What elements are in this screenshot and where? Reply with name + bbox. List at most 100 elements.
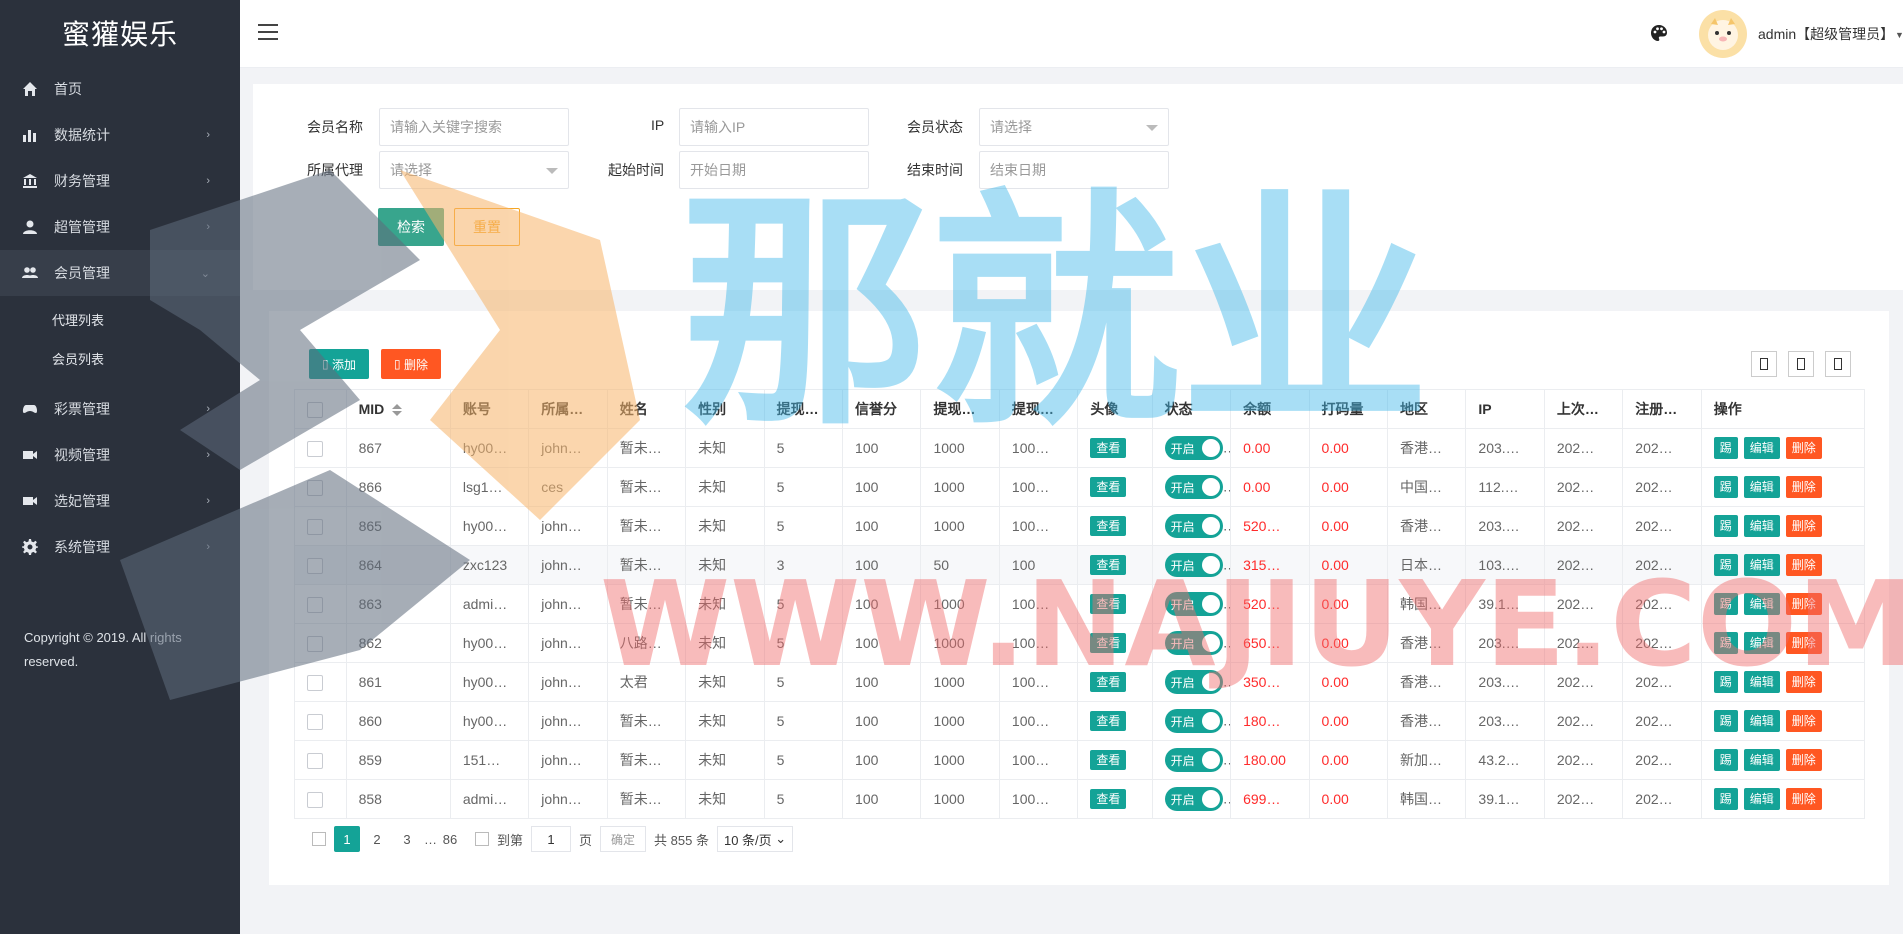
- menu-toggle-icon[interactable]: [258, 24, 278, 40]
- avatar[interactable]: [1699, 10, 1747, 58]
- edit-button[interactable]: 编辑: [1743, 515, 1780, 537]
- next-page-icon[interactable]: [475, 832, 489, 846]
- status-toggle[interactable]: 开启: [1164, 631, 1223, 655]
- select-all-cell[interactable]: [294, 389, 347, 429]
- page-1[interactable]: 1: [334, 826, 360, 852]
- print-icon[interactable]: [1825, 351, 1851, 377]
- theme-palette-icon[interactable]: [1650, 24, 1668, 42]
- batch-delete-button[interactable]: ▯ 删除: [381, 349, 441, 379]
- edit-button[interactable]: 编辑: [1743, 476, 1780, 498]
- status-toggle[interactable]: 开启: [1164, 787, 1223, 811]
- page-2[interactable]: 2: [364, 826, 390, 852]
- status-toggle[interactable]: 开启: [1164, 709, 1223, 733]
- kick-button[interactable]: 踢: [1713, 749, 1738, 771]
- view-avatar-button[interactable]: 查看: [1090, 789, 1127, 809]
- view-avatar-button[interactable]: 查看: [1090, 477, 1127, 497]
- view-avatar-button[interactable]: 查看: [1090, 555, 1127, 575]
- delete-button[interactable]: 删除: [1785, 710, 1822, 732]
- delete-button[interactable]: 删除: [1785, 554, 1822, 576]
- sidebar-item-members[interactable]: 会员管理 ⌄: [0, 250, 240, 296]
- view-avatar-button[interactable]: 查看: [1090, 438, 1127, 458]
- add-button[interactable]: ▯ 添加: [309, 349, 369, 379]
- edit-button[interactable]: 编辑: [1743, 437, 1780, 459]
- kick-button[interactable]: 踢: [1713, 515, 1738, 537]
- edit-button[interactable]: 编辑: [1743, 554, 1780, 576]
- row-select-cell[interactable]: [294, 740, 347, 780]
- columns-filter-icon[interactable]: [1751, 351, 1777, 377]
- row-select-cell[interactable]: [294, 545, 347, 585]
- end-date-input[interactable]: 结束日期: [979, 151, 1169, 189]
- sidebar-subitem-agents[interactable]: 代理列表: [0, 300, 240, 339]
- search-button[interactable]: 检索: [378, 208, 444, 246]
- page-size-select[interactable]: 10 条/页 ⌄: [716, 826, 794, 852]
- member-status-select[interactable]: 请选择: [979, 108, 1169, 146]
- sidebar-item-lottery[interactable]: 彩票管理 ›: [0, 386, 240, 432]
- delete-button[interactable]: 删除: [1785, 593, 1822, 615]
- delete-button[interactable]: 删除: [1785, 515, 1822, 537]
- view-avatar-button[interactable]: 查看: [1090, 633, 1127, 653]
- edit-button[interactable]: 编辑: [1743, 632, 1780, 654]
- delete-button[interactable]: 删除: [1785, 437, 1822, 459]
- status-toggle[interactable]: 开启: [1164, 592, 1223, 616]
- edit-button[interactable]: 编辑: [1743, 671, 1780, 693]
- sidebar-item-video[interactable]: 视频管理 ›: [0, 432, 240, 478]
- status-toggle[interactable]: 开启: [1164, 670, 1223, 694]
- kick-button[interactable]: 踢: [1713, 788, 1738, 810]
- kick-button[interactable]: 踢: [1713, 632, 1738, 654]
- sort-icon[interactable]: [392, 404, 403, 417]
- edit-button[interactable]: 编辑: [1743, 710, 1780, 732]
- goto-page-input[interactable]: 1: [531, 826, 572, 852]
- page-3[interactable]: 3: [394, 826, 420, 852]
- row-select-cell[interactable]: [294, 506, 347, 546]
- caret-down-icon[interactable]: ▼: [1895, 30, 1903, 40]
- sidebar-item-home[interactable]: 首页: [0, 66, 240, 112]
- kick-button[interactable]: 踢: [1713, 437, 1738, 459]
- kick-button[interactable]: 踢: [1713, 476, 1738, 498]
- row-checkbox[interactable]: [307, 752, 323, 769]
- row-checkbox[interactable]: [307, 557, 323, 574]
- delete-button[interactable]: 删除: [1785, 671, 1822, 693]
- row-checkbox[interactable]: [307, 479, 323, 496]
- row-checkbox[interactable]: [307, 791, 323, 808]
- agent-select[interactable]: 请选择: [379, 151, 569, 189]
- page-last[interactable]: 86: [437, 826, 463, 852]
- kick-button[interactable]: 踢: [1713, 710, 1738, 732]
- kick-button[interactable]: 踢: [1713, 554, 1738, 576]
- status-toggle[interactable]: 开启: [1164, 475, 1223, 499]
- select-all-checkbox[interactable]: [307, 401, 323, 418]
- row-checkbox[interactable]: [307, 635, 323, 652]
- row-select-cell[interactable]: [294, 779, 347, 819]
- prev-page-icon[interactable]: [312, 832, 326, 846]
- row-checkbox[interactable]: [307, 440, 323, 457]
- sidebar-item-stats[interactable]: 数据统计 ›: [0, 112, 240, 158]
- sidebar-item-select[interactable]: 选妃管理 ›: [0, 478, 240, 524]
- start-date-input[interactable]: 开始日期: [679, 151, 869, 189]
- status-toggle[interactable]: 开启: [1164, 748, 1223, 772]
- row-checkbox[interactable]: [307, 596, 323, 613]
- status-toggle[interactable]: 开启: [1164, 553, 1223, 577]
- goto-confirm-button[interactable]: 确定: [600, 826, 647, 852]
- kick-button[interactable]: 踢: [1713, 671, 1738, 693]
- view-avatar-button[interactable]: 查看: [1090, 594, 1127, 614]
- delete-button[interactable]: 删除: [1785, 476, 1822, 498]
- sidebar-item-system[interactable]: 系统管理 ›: [0, 524, 240, 570]
- row-select-cell[interactable]: [294, 428, 347, 468]
- sidebar-item-finance[interactable]: 财务管理 ›: [0, 158, 240, 204]
- row-select-cell[interactable]: [294, 701, 347, 741]
- delete-button[interactable]: 删除: [1785, 788, 1822, 810]
- sidebar-subitem-members[interactable]: 会员列表: [0, 339, 240, 378]
- ip-input[interactable]: 请输入IP: [679, 108, 869, 146]
- edit-button[interactable]: 编辑: [1743, 593, 1780, 615]
- status-toggle[interactable]: 开启: [1164, 436, 1223, 460]
- row-select-cell[interactable]: [294, 623, 347, 663]
- row-checkbox[interactable]: [307, 674, 323, 691]
- row-checkbox[interactable]: [307, 518, 323, 535]
- view-avatar-button[interactable]: 查看: [1090, 516, 1127, 536]
- sidebar-item-admin[interactable]: 超管管理 ›: [0, 204, 240, 250]
- row-select-cell[interactable]: [294, 467, 347, 507]
- edit-button[interactable]: 编辑: [1743, 749, 1780, 771]
- user-menu[interactable]: admin【超级管理员】: [1758, 24, 1894, 44]
- edit-button[interactable]: 编辑: [1743, 788, 1780, 810]
- column-header[interactable]: MID: [345, 389, 451, 429]
- row-checkbox[interactable]: [307, 713, 323, 730]
